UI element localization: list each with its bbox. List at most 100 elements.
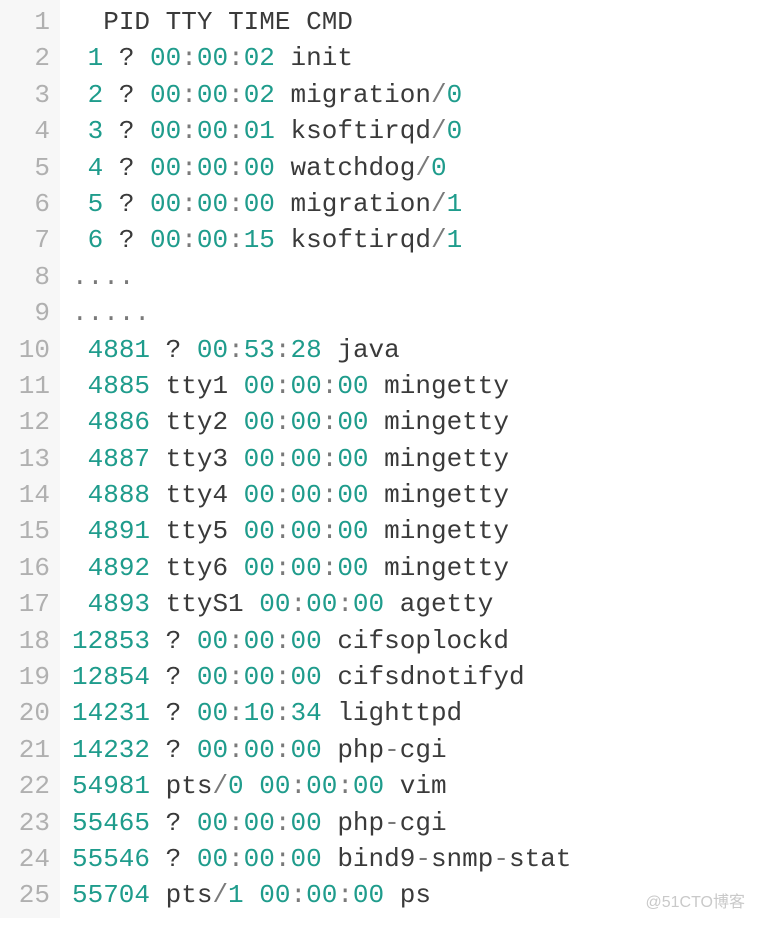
token: : [275, 516, 291, 546]
token [72, 444, 88, 474]
token: : [228, 225, 244, 255]
token [275, 225, 291, 255]
token: : [322, 516, 338, 546]
token: mingetty [384, 371, 509, 401]
token: : [228, 808, 244, 838]
code-line: 5 ? 00:00:00 migration/1 [72, 186, 571, 222]
token: 00 [291, 735, 322, 765]
token [275, 43, 291, 73]
token: : [290, 880, 306, 910]
token: 15 [244, 225, 275, 255]
token: : [228, 189, 244, 219]
token: tty3 [166, 444, 228, 474]
token: - [384, 735, 400, 765]
token [134, 43, 150, 73]
token [72, 116, 88, 146]
line-number: 22 [6, 768, 50, 804]
token [244, 880, 260, 910]
token [384, 880, 400, 910]
code-line: 12853 ? 00:00:00 cifsoplockd [72, 623, 571, 659]
token [72, 480, 88, 510]
token [72, 189, 88, 219]
code-line: .... [72, 259, 571, 295]
token [369, 553, 385, 583]
token: 4885 [88, 371, 150, 401]
token: 4887 [88, 444, 150, 474]
token [72, 371, 88, 401]
token: snmp [431, 844, 493, 874]
token: : [228, 626, 244, 656]
token [181, 735, 197, 765]
token [103, 43, 119, 73]
token: ? [166, 626, 182, 656]
token: 55704 [72, 880, 150, 910]
token: 00 [244, 844, 275, 874]
token: 1 [228, 880, 244, 910]
token: migration [291, 80, 431, 110]
token: 00 [244, 626, 275, 656]
token: : [228, 844, 244, 874]
token: init [291, 43, 353, 73]
token [72, 589, 88, 619]
token: 5 [88, 189, 104, 219]
token: 4 [88, 153, 104, 183]
token [150, 626, 166, 656]
token: : [322, 553, 338, 583]
token: 00 [337, 407, 368, 437]
token: 4891 [88, 516, 150, 546]
token: 00 [197, 43, 228, 73]
token: : [275, 444, 291, 474]
code-line: 1 ? 00:00:02 init [72, 40, 571, 76]
line-number: 17 [6, 586, 50, 622]
token: 00 [291, 662, 322, 692]
token: : [290, 771, 306, 801]
code-line: 54981 pts/0 00:00:00 vim [72, 768, 571, 804]
token [103, 116, 119, 146]
token: ? [166, 808, 182, 838]
line-number: 3 [6, 77, 50, 113]
token: / [431, 189, 447, 219]
token: : [322, 407, 338, 437]
token [150, 516, 166, 546]
token: ? [119, 153, 135, 183]
token [228, 407, 244, 437]
token: 00 [197, 844, 228, 874]
token: ? [119, 43, 135, 73]
token: ? [119, 225, 135, 255]
token: 00 [197, 189, 228, 219]
token [369, 516, 385, 546]
token: 00 [291, 626, 322, 656]
token: 55465 [72, 808, 150, 838]
line-number: 10 [6, 332, 50, 368]
token: 00 [291, 553, 322, 583]
token: 00 [150, 116, 181, 146]
token: bind9 [337, 844, 415, 874]
token: 00 [306, 880, 337, 910]
token: : [228, 43, 244, 73]
token: stat [509, 844, 571, 874]
token: pts [166, 880, 213, 910]
code-line: 55465 ? 00:00:00 php-cgi [72, 805, 571, 841]
code-content: PID TTY TIME CMD 1 ? 00:00:02 init 2 ? 0… [60, 0, 571, 918]
token [322, 698, 338, 728]
token: 00 [291, 444, 322, 474]
token: 0 [431, 153, 447, 183]
token [150, 844, 166, 874]
token [181, 662, 197, 692]
token [150, 735, 166, 765]
token [181, 335, 197, 365]
token [134, 189, 150, 219]
token: : [322, 480, 338, 510]
code-line: 4885 tty1 00:00:00 mingetty [72, 368, 571, 404]
token [72, 80, 88, 110]
token: 00 [197, 808, 228, 838]
line-number: 6 [6, 186, 50, 222]
token: php [337, 735, 384, 765]
line-number: 8 [6, 259, 50, 295]
token: 00 [150, 80, 181, 110]
token [72, 7, 103, 37]
token: 00 [291, 844, 322, 874]
line-number-gutter: 1234567891011121314151617181920212223242… [0, 0, 60, 918]
token [72, 153, 88, 183]
token: ? [166, 844, 182, 874]
